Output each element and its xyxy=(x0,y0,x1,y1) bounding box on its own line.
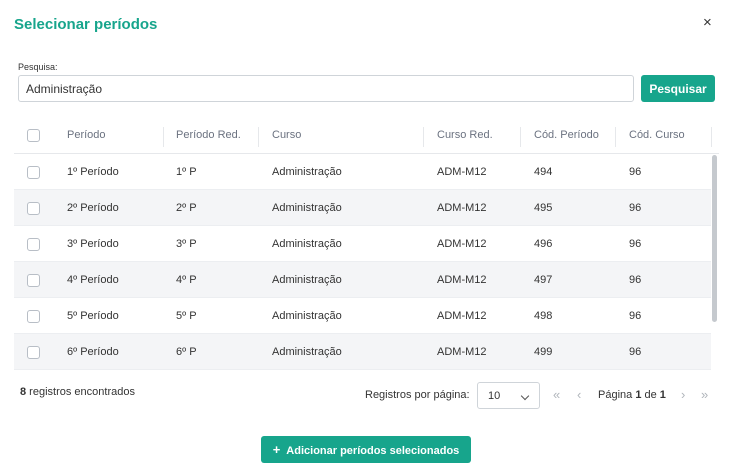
rows-per-page-label: Registros por página: xyxy=(365,389,470,401)
column-header-curso-red[interactable]: Curso Red. xyxy=(437,117,493,154)
table-header: Período Período Red. Curso Curso Red. Có… xyxy=(14,117,719,154)
row-checkbox[interactable] xyxy=(27,202,40,215)
cell-curso-red: ADM-M12 xyxy=(437,274,487,286)
cell-cod-curso: 96 xyxy=(629,346,642,358)
table-row[interactable]: 2º Período 2º P Administração ADM-M12 49… xyxy=(14,190,711,226)
page-prefix: Página xyxy=(598,389,636,401)
cell-curso-red: ADM-M12 xyxy=(437,238,487,250)
select-all-checkbox[interactable] xyxy=(27,129,40,142)
cell-periodo: 6º Período xyxy=(67,346,119,358)
table-scrollbar-thumb[interactable] xyxy=(712,155,717,322)
cell-curso: Administração xyxy=(272,310,342,322)
column-divider[interactable] xyxy=(258,127,259,147)
select-periods-dialog: Selecionar períodos × Pesquisa: Pesquisa… xyxy=(0,0,732,471)
cell-cod-curso: 96 xyxy=(629,238,642,250)
table-row[interactable]: 1º Período 1º P Administração ADM-M12 49… xyxy=(14,154,711,190)
search-input[interactable] xyxy=(18,75,634,102)
column-header-cod-curso[interactable]: Cód. Curso xyxy=(629,117,685,154)
row-checkbox[interactable] xyxy=(27,310,40,323)
cell-curso: Administração xyxy=(272,238,342,250)
search-button[interactable]: Pesquisar xyxy=(641,75,715,102)
cell-curso-red: ADM-M12 xyxy=(437,310,487,322)
row-checkbox[interactable] xyxy=(27,346,40,359)
table-row[interactable]: 6º Período 6º P Administração ADM-M12 49… xyxy=(14,334,711,370)
cell-cod-periodo: 497 xyxy=(534,274,553,286)
rows-per-page-select[interactable]: 10 xyxy=(477,382,540,409)
column-header-periodo[interactable]: Período xyxy=(67,117,106,154)
column-divider[interactable] xyxy=(615,127,616,147)
cell-cod-periodo: 498 xyxy=(534,310,553,322)
records-count: 8 registros encontrados xyxy=(20,386,135,398)
column-header-periodo-red[interactable]: Período Red. xyxy=(176,117,241,154)
cell-curso-red: ADM-M12 xyxy=(437,166,487,178)
cell-curso-red: ADM-M12 xyxy=(437,202,487,214)
table-row[interactable]: 5º Período 5º P Administração ADM-M12 49… xyxy=(14,298,711,334)
chevron-down-icon xyxy=(520,391,530,401)
cell-curso: Administração xyxy=(272,346,342,358)
cell-periodo-red: 3º P xyxy=(176,238,197,250)
periods-table: Período Período Red. Curso Curso Red. Có… xyxy=(14,117,719,372)
row-checkbox[interactable] xyxy=(27,166,40,179)
column-header-curso[interactable]: Curso xyxy=(272,117,301,154)
cell-cod-periodo: 494 xyxy=(534,166,553,178)
cell-curso: Administração xyxy=(272,274,342,286)
row-checkbox[interactable] xyxy=(27,238,40,251)
column-header-cod-periodo[interactable]: Cód. Período xyxy=(534,117,599,154)
cell-cod-periodo: 499 xyxy=(534,346,553,358)
cell-periodo-red: 4º P xyxy=(176,274,197,286)
add-selected-periods-label: Adicionar períodos selecionados xyxy=(286,445,460,457)
page-of: de xyxy=(641,389,660,401)
cell-cod-curso: 96 xyxy=(629,274,642,286)
add-selected-periods-button[interactable]: + Adicionar períodos selecionados xyxy=(261,436,471,463)
first-page-icon[interactable]: « xyxy=(553,388,560,402)
cell-periodo: 4º Período xyxy=(67,274,119,286)
cell-curso: Administração xyxy=(272,166,342,178)
column-divider[interactable] xyxy=(423,127,424,147)
cell-periodo-red: 5º P xyxy=(176,310,197,322)
cell-periodo-red: 6º P xyxy=(176,346,197,358)
page-total: 1 xyxy=(659,389,666,401)
dialog-title: Selecionar períodos xyxy=(14,16,158,33)
last-page-icon[interactable]: » xyxy=(701,388,708,402)
column-divider[interactable] xyxy=(163,127,164,147)
cell-curso: Administração xyxy=(272,202,342,214)
cell-curso-red: ADM-M12 xyxy=(437,346,487,358)
cell-periodo: 5º Período xyxy=(67,310,119,322)
cell-cod-curso: 96 xyxy=(629,310,642,322)
next-page-icon[interactable]: › xyxy=(681,388,685,402)
rows-per-page-value: 10 xyxy=(488,390,501,402)
plus-icon: + xyxy=(272,442,281,457)
cell-periodo: 1º Período xyxy=(67,166,119,178)
cell-cod-curso: 96 xyxy=(629,166,642,178)
row-checkbox[interactable] xyxy=(27,274,40,287)
close-icon[interactable]: × xyxy=(703,14,712,32)
cell-cod-periodo: 496 xyxy=(534,238,553,250)
table-row[interactable]: 3º Período 3º P Administração ADM-M12 49… xyxy=(14,226,711,262)
page-indicator: Página 1 de 1 xyxy=(598,389,666,401)
cell-periodo: 3º Período xyxy=(67,238,119,250)
table-row[interactable]: 4º Período 4º P Administração ADM-M12 49… xyxy=(14,262,711,298)
cell-periodo-red: 2º P xyxy=(176,202,197,214)
column-divider[interactable] xyxy=(520,127,521,147)
cell-cod-periodo: 495 xyxy=(534,202,553,214)
records-count-label: registros encontrados xyxy=(26,386,135,398)
previous-page-icon[interactable]: ‹ xyxy=(577,388,581,402)
column-divider[interactable] xyxy=(711,127,712,147)
cell-cod-curso: 96 xyxy=(629,202,642,214)
cell-periodo-red: 1º P xyxy=(176,166,197,178)
search-label: Pesquisa: xyxy=(18,62,58,72)
cell-periodo: 2º Período xyxy=(67,202,119,214)
